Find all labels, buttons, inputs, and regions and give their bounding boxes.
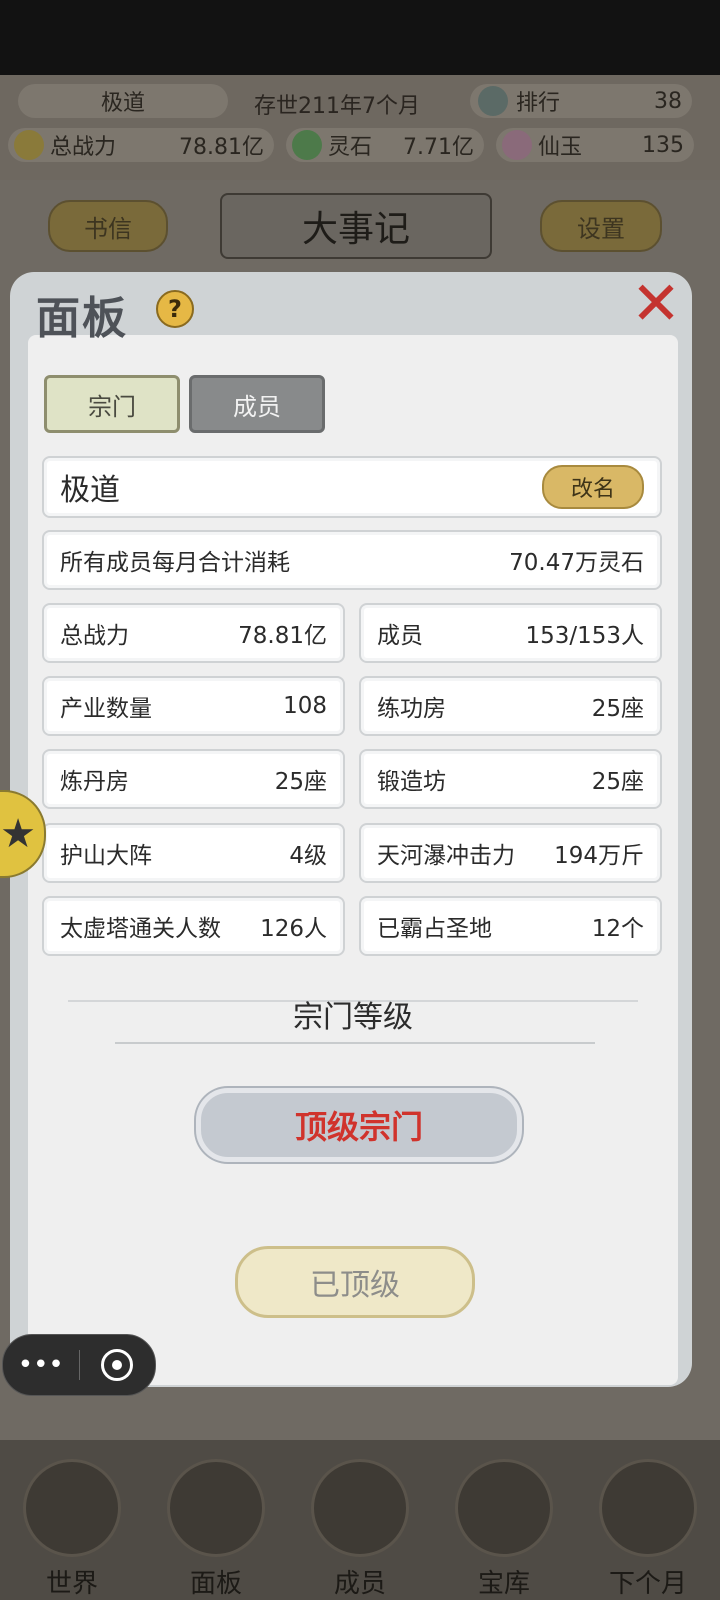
rename-button[interactable]: 改名 (542, 465, 644, 509)
sect-name-value: 极道 (60, 473, 120, 508)
stat-card: 天河瀑冲击力 194万斤 (359, 823, 662, 883)
rank-pill[interactable]: 排行 38 (470, 84, 692, 118)
stone-value: 7.71亿 (403, 135, 474, 160)
immortal-jade-icon (502, 130, 532, 160)
nav-members[interactable]: 成员 (300, 1450, 420, 1600)
nav-world[interactable]: 世界 (12, 1450, 132, 1600)
events-title[interactable]: 大事记 (220, 193, 492, 259)
sect-level-badge: 顶级宗门 (196, 1088, 522, 1162)
tab-sect[interactable]: 宗门 (44, 375, 180, 433)
stat-value: 126人 (260, 916, 327, 942)
nav-panel[interactable]: 面板 (156, 1450, 276, 1600)
stat-label: 炼丹房 (60, 769, 129, 795)
stone-label: 灵石 (328, 135, 373, 160)
stat-card: 成员 153/153人 (359, 603, 662, 663)
jade-value: 135 (642, 132, 684, 158)
stat-label: 成员 (377, 623, 423, 649)
stat-label: 锻造坊 (377, 769, 446, 795)
panel-title: 面板 (36, 293, 128, 344)
sect-level-title: 宗门等级 (293, 1000, 413, 1035)
stat-card: 护山大阵 4级 (42, 823, 345, 883)
help-icon[interactable]: ? (156, 290, 194, 328)
sect-name-card: 极道 改名 (42, 456, 662, 518)
power-label: 总战力 (50, 135, 117, 160)
monthly-cost-label: 所有成员每月合计消耗 (60, 550, 290, 576)
stat-card: 产业数量 108 (42, 676, 345, 736)
stat-value: 153/153人 (525, 623, 644, 649)
letters-button[interactable]: 书信 (48, 200, 168, 252)
stat-value: 25座 (591, 769, 644, 795)
close-icon[interactable]: ✕ (626, 274, 686, 334)
tab-members[interactable]: 成员 (189, 375, 325, 433)
max-level-button[interactable]: 已顶级 (235, 1246, 475, 1318)
member-icon (311, 1459, 409, 1557)
stat-card: 炼丹房 25座 (42, 749, 345, 809)
mini-program-capsule: ••• (2, 1334, 156, 1396)
stat-value: 194万斤 (554, 843, 644, 869)
jade-label: 仙玉 (538, 135, 583, 160)
stat-value: 25座 (274, 769, 327, 795)
stat-value: 12个 (591, 916, 644, 942)
rank-value: 38 (654, 88, 682, 114)
spirit-stone-icon (292, 130, 322, 160)
world-icon (23, 1459, 121, 1557)
moon-icon (599, 1459, 697, 1557)
stat-label: 已霸占圣地 (377, 916, 492, 942)
more-menu-icon[interactable]: ••• (3, 1350, 79, 1380)
stat-value: 108 (283, 693, 327, 719)
stat-label: 总战力 (60, 623, 129, 649)
divider (115, 1042, 595, 1044)
scroll-icon (167, 1459, 265, 1557)
settings-button[interactable]: 设置 (540, 200, 662, 252)
stat-label: 练功房 (377, 696, 446, 722)
stat-value: 25座 (591, 696, 644, 722)
tower-icon (478, 86, 508, 116)
stone-pill: 灵石 7.71亿 (286, 128, 484, 162)
stat-label: 护山大阵 (60, 843, 152, 869)
rank-label: 排行 (516, 91, 561, 116)
nav-treasury[interactable]: 宝库 (444, 1450, 564, 1600)
monthly-cost-card: 所有成员每月合计消耗 70.47万灵石 (42, 530, 662, 590)
game-time: 存世211年7个月 (254, 94, 420, 119)
nav-next-month[interactable]: 下个月 (588, 1450, 708, 1600)
stat-card: 总战力 78.81亿 (42, 603, 345, 663)
record-icon (101, 1349, 134, 1381)
exit-button[interactable] (80, 1349, 156, 1381)
stat-card: 锻造坊 25座 (359, 749, 662, 809)
power-icon (14, 130, 44, 160)
stat-value: 4级 (289, 843, 327, 869)
stat-card: 已霸占圣地 12个 (359, 896, 662, 956)
stat-card: 练功房 25座 (359, 676, 662, 736)
power-value: 78.81亿 (179, 135, 264, 160)
monthly-cost-value: 70.47万灵石 (509, 550, 644, 576)
bottom-nav: 世界 面板 成员 宝库 下个月 (0, 1440, 720, 1600)
sect-name-pill: 极道 (18, 84, 228, 118)
sect-name: 极道 (100, 91, 145, 116)
jade-pill: 仙玉 135 (496, 128, 694, 162)
stat-label: 太虚塔通关人数 (60, 916, 221, 942)
stat-label: 产业数量 (60, 696, 152, 722)
power-pill: 总战力 78.81亿 (8, 128, 274, 162)
stat-card: 太虚塔通关人数 126人 (42, 896, 345, 956)
stat-value: 78.81亿 (238, 623, 327, 649)
yin-yang-icon (455, 1459, 553, 1557)
stat-label: 天河瀑冲击力 (377, 843, 515, 869)
